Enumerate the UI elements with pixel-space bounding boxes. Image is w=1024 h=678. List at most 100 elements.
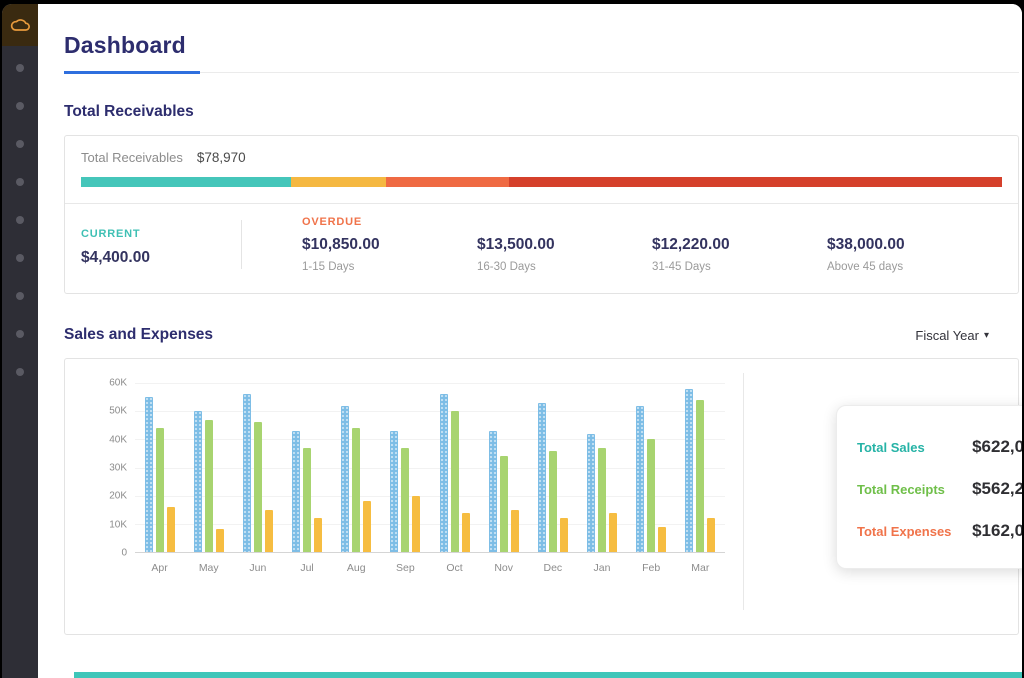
sidebar-nav	[16, 64, 24, 376]
bar-group-may: May	[194, 383, 224, 552]
bar-sales	[538, 403, 546, 552]
x-tick-label: Jul	[300, 562, 313, 574]
sales-section: Sales and Expenses Fiscal Year ▾ 60K 50K 4…	[64, 326, 1019, 635]
overdue-item: $38,000.00 Above 45 days	[827, 236, 1002, 273]
bar-sales	[636, 406, 644, 552]
screen-background: Dashboard Total Receivables Total Receiv…	[0, 0, 1024, 678]
bar-receipts	[451, 411, 459, 552]
overdue-items: $10,850.001-15 Days$13,500.0016-30 Days$…	[302, 236, 1002, 273]
page-header: Dashboard	[64, 4, 1019, 73]
bar-receipts	[254, 422, 262, 552]
x-tick-label: May	[199, 562, 219, 574]
bar-receipts	[549, 451, 557, 552]
bar-sales	[489, 431, 497, 552]
sidebar	[2, 4, 38, 678]
receivables-total: $78,970	[197, 150, 246, 165]
overdue-amount: $12,220.00	[652, 236, 827, 254]
x-tick-label: Sep	[396, 562, 415, 574]
sidebar-dot[interactable]	[16, 368, 24, 376]
totals-summary-panel: Total Sales $622,000 Total Receipts$562,25…	[836, 405, 1022, 569]
x-tick-label: Feb	[642, 562, 660, 574]
bar-group-feb: Feb	[636, 383, 666, 552]
chart-bars: AprMayJunJulAugSepOctNovDecJanFebMar	[135, 383, 725, 552]
sidebar-dot[interactable]	[16, 216, 24, 224]
y-tick-label: 50K	[109, 406, 127, 417]
x-tick-label: Apr	[151, 562, 167, 574]
overdue-period: 1-15 Days	[302, 261, 477, 273]
summary-label: Total Expenses	[857, 524, 951, 539]
receivables-card-label: Total Receivables	[81, 150, 183, 165]
page-title: Dashboard	[64, 32, 1019, 72]
overdue-item: $13,500.0016-30 Days	[477, 236, 652, 273]
overdue-period: 31-45 Days	[652, 261, 827, 273]
bar-sales	[440, 394, 448, 552]
bar-sales	[587, 434, 595, 552]
bar-receipts	[352, 428, 360, 552]
x-tick-label: Mar	[691, 562, 709, 574]
receivables-section-title: Total Receivables	[64, 103, 1019, 121]
overdue-amount: $38,000.00	[827, 236, 1002, 254]
chart-y-axis: 60K50K40K30K20K10K0	[101, 383, 135, 553]
summary-label: Total Sales	[857, 440, 925, 455]
current-receivables: CURRENT $4,400.00	[81, 216, 241, 273]
bar-group-apr: Apr	[145, 383, 175, 552]
y-tick-label: 40K	[109, 434, 127, 445]
x-tick-label: Oct	[446, 562, 462, 574]
bar-receipts	[647, 439, 655, 552]
summary-value: $622,000	[972, 437, 1022, 457]
chart-summary-divider	[743, 373, 744, 610]
x-tick-label: Dec	[543, 562, 562, 574]
bar-sales	[341, 406, 349, 552]
overdue-label: OVERDUE	[302, 216, 1002, 228]
cloud-logo-icon	[10, 18, 30, 32]
sidebar-dot[interactable]	[16, 254, 24, 262]
bar-receipts	[696, 400, 704, 552]
bar-receipts	[500, 456, 508, 552]
bar-expenses	[216, 529, 224, 552]
app-logo[interactable]	[2, 4, 38, 46]
sidebar-dot[interactable]	[16, 140, 24, 148]
sidebar-dot[interactable]	[16, 64, 24, 72]
bar-group-jan: Jan	[587, 383, 617, 552]
sales-expenses-chart: 60K50K40K30K20K10K0 AprMayJunJulAugSepOc…	[101, 383, 725, 589]
y-tick-label: 20K	[109, 491, 127, 502]
sidebar-dot[interactable]	[16, 292, 24, 300]
x-tick-label: Jun	[249, 562, 266, 574]
bar-sales	[194, 411, 202, 552]
chevron-down-icon: ▾	[984, 330, 989, 341]
y-tick-label: 30K	[109, 463, 127, 474]
bar-expenses	[511, 510, 519, 552]
current-label: CURRENT	[81, 228, 241, 240]
bar-receipts	[156, 428, 164, 552]
bar-group-sep: Sep	[390, 383, 420, 552]
receivables-segment-overdue-1-15	[291, 177, 386, 187]
receivables-segment-overdue-31plus	[509, 177, 1002, 187]
bar-sales	[685, 389, 693, 552]
overdue-amount: $10,850.00	[302, 236, 477, 254]
bar-group-mar: Mar	[685, 383, 715, 552]
fiscal-year-filter[interactable]: Fiscal Year ▾	[915, 328, 989, 343]
summary-value: $562,250	[972, 479, 1022, 499]
bar-expenses	[658, 527, 666, 552]
sidebar-dot[interactable]	[16, 330, 24, 338]
x-tick-label: Jan	[594, 562, 611, 574]
bar-receipts	[303, 448, 311, 552]
bar-expenses	[707, 518, 715, 552]
main-content: Dashboard Total Receivables Total Receiv…	[38, 4, 1022, 678]
overdue-period: Above 45 days	[827, 261, 1002, 273]
sales-expenses-card: 60K50K40K30K20K10K0 AprMayJunJulAugSepOc…	[64, 358, 1019, 635]
y-tick-label: 0	[121, 548, 127, 559]
sidebar-dot[interactable]	[16, 102, 24, 110]
summary-row: Total Receipts$562,250	[857, 468, 1022, 510]
bar-sales	[243, 394, 251, 552]
y-tick-label: 60K	[109, 378, 127, 389]
bar-receipts	[205, 420, 213, 552]
overdue-receivables: OVERDUE $10,850.00 1-15 Days$13,500.0016-…	[242, 216, 1002, 273]
bar-expenses	[560, 518, 568, 552]
receivables-segment-overdue-16-30	[386, 177, 509, 187]
bar-group-dec: Dec	[538, 383, 568, 552]
sales-section-title: Sales and Expenses	[64, 326, 213, 344]
sidebar-dot[interactable]	[16, 178, 24, 186]
receivables-segment-current	[81, 177, 291, 187]
bar-sales	[292, 431, 300, 552]
